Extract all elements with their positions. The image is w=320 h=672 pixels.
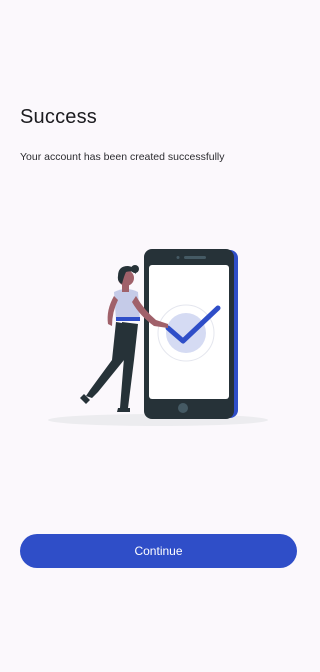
success-illustration: [48, 249, 268, 426]
woman-back-leg: [86, 322, 128, 398]
success-screen: Success Your account has been created su…: [0, 0, 304, 672]
phone-home-button: [178, 403, 188, 413]
page-title: Success: [20, 106, 97, 128]
continue-button[interactable]: Continue: [20, 534, 297, 568]
phone-speaker: [184, 256, 206, 259]
success-message: Your account has been created successful…: [20, 151, 225, 163]
